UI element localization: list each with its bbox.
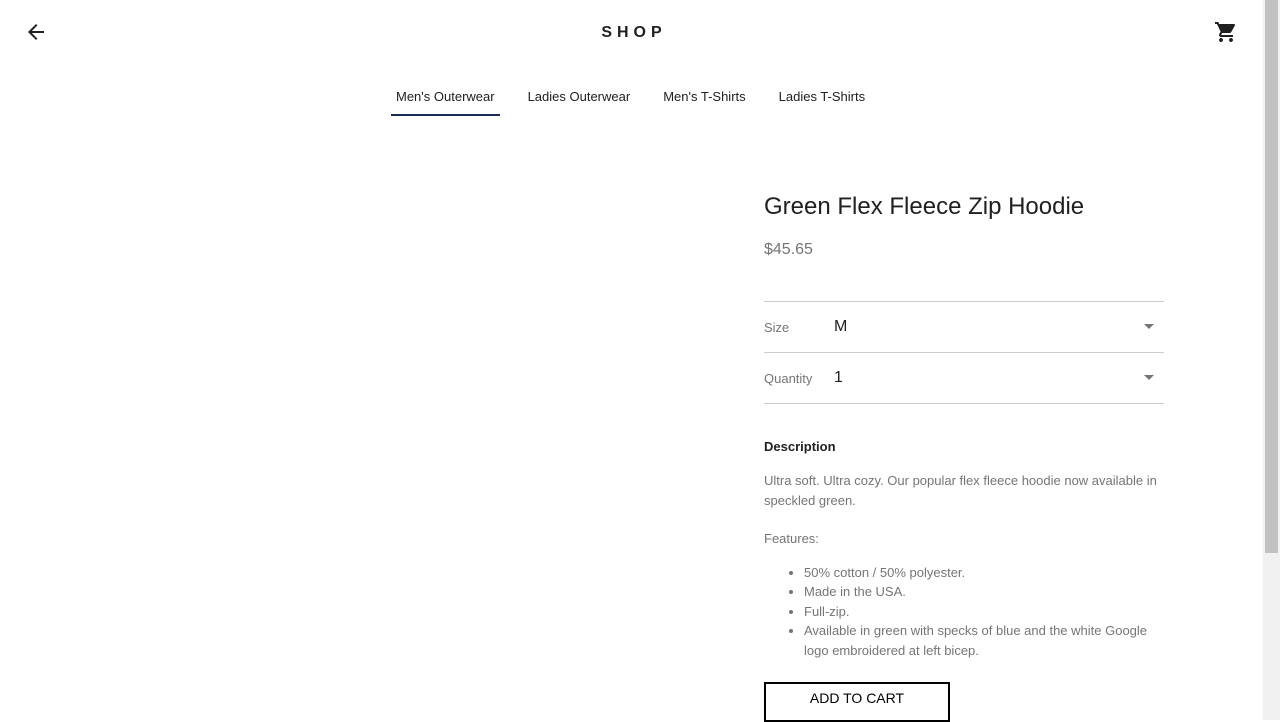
scrollbar-thumb[interactable] (1265, 0, 1278, 553)
feature-item: 50% cotton / 50% polyester. (804, 563, 1164, 583)
scrollbar[interactable] (1263, 0, 1280, 720)
cart-button[interactable] (1214, 20, 1238, 44)
features-list: 50% cotton / 50% polyester. Made in the … (804, 563, 1164, 661)
feature-item: Full-zip. (804, 602, 1164, 622)
category-tabs: Men's Outerwear Ladies Outerwear Men's T… (391, 80, 893, 116)
tab-mens-outerwear[interactable]: Men's Outerwear (391, 80, 500, 116)
product-detail: Green Flex Fleece Zip Hoodie $45.65 Size… (764, 193, 1164, 722)
features-label: Features: (764, 531, 819, 546)
tab-mens-tshirts[interactable]: Men's T-Shirts (658, 80, 750, 116)
size-select[interactable]: Size M (764, 301, 1164, 352)
product-title: Green Flex Fleece Zip Hoodie (764, 193, 1085, 220)
size-label: Size (764, 319, 790, 335)
quantity-select[interactable]: Quantity 1 (764, 352, 1164, 403)
shopping-cart-icon (1215, 22, 1236, 42)
feature-item: Available in green with specks of blue a… (804, 621, 1164, 660)
shop-logo[interactable]: SHOP (0, 24, 1263, 42)
description-heading: Description (764, 439, 836, 454)
size-value[interactable]: M (834, 318, 847, 336)
dropdown-arrow-icon (1144, 375, 1154, 380)
description-text: Ultra soft. Ultra cozy. Our popular flex… (764, 473, 1157, 508)
tab-ladies-tshirts[interactable]: Ladies T-Shirts (774, 80, 870, 116)
quantity-value[interactable]: 1 (834, 369, 843, 387)
tab-ladies-outerwear[interactable]: Ladies Outerwear (523, 80, 636, 116)
quantity-label: Quantity (764, 370, 813, 386)
product-price: $45.65 (764, 241, 813, 258)
feature-item: Made in the USA. (804, 582, 1164, 602)
add-to-cart-button[interactable]: ADD TO CART (764, 682, 950, 722)
dropdown-arrow-icon (1144, 324, 1154, 329)
